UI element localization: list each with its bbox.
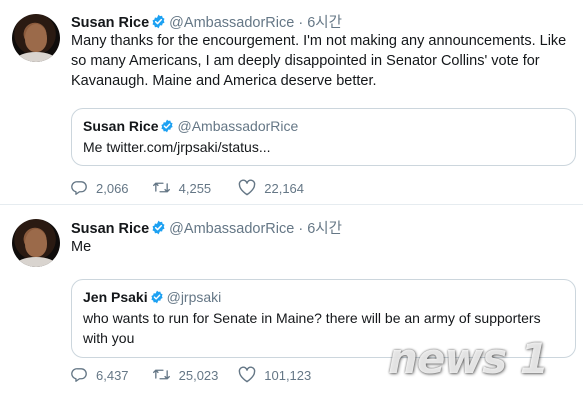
- handle[interactable]: @AmbassadorRice: [169, 221, 294, 237]
- like-button[interactable]: 101,123: [238, 366, 311, 383]
- news1-watermark: news 1: [388, 328, 578, 388]
- like-button[interactable]: 22,164: [238, 179, 304, 196]
- watermark-text: news 1: [388, 334, 549, 383]
- avatar[interactable]: [12, 14, 60, 62]
- handle[interactable]: @AmbassadorRice: [169, 15, 294, 31]
- quoted-display-name: Jen Psaki: [83, 289, 148, 305]
- separator-dot: ·: [298, 221, 304, 237]
- tweet-actions: 2,066 4,255 22,164: [71, 179, 304, 199]
- tweet-header: Susan Rice @AmbassadorRice · 6시간: [71, 11, 342, 33]
- separator-dot: ·: [298, 15, 304, 31]
- tweet-header: Susan Rice @AmbassadorRice · 6시간: [71, 217, 342, 239]
- quoted-display-name: Susan Rice: [83, 118, 159, 134]
- timestamp[interactable]: 6시간: [307, 221, 342, 237]
- heart-icon: [238, 366, 256, 383]
- quoted-handle: @jrpsaki: [166, 289, 222, 305]
- reply-count: 2,066: [96, 181, 129, 197]
- quoted-tweet-header: Susan Rice @AmbassadorRice: [83, 118, 298, 136]
- quoted-tweet[interactable]: Susan Rice @AmbassadorRice Me twitter.com…: [71, 108, 576, 166]
- retweet-button[interactable]: 4,255: [152, 179, 235, 196]
- timestamp[interactable]: 6시간: [307, 15, 342, 31]
- verified-badge-icon: [150, 290, 164, 307]
- like-count: 101,123: [264, 368, 312, 384]
- quoted-tweet-header: Jen Psaki @jrpsaki: [83, 289, 221, 307]
- tweet-text: Me: [71, 239, 92, 255]
- retweet-icon: [152, 369, 170, 380]
- verified-badge-icon: [160, 119, 174, 136]
- retweet-button[interactable]: 25,023: [152, 366, 235, 383]
- reply-icon: [71, 181, 87, 195]
- retweet-count: 25,023: [178, 368, 219, 384]
- like-count: 22,164: [264, 181, 305, 197]
- reply-icon: [71, 368, 87, 382]
- retweet-icon: [152, 182, 170, 193]
- quoted-tweet-text: Me twitter.com/jrpsaki/status...: [83, 139, 271, 155]
- tweet[interactable]: Susan Rice @AmbassadorRice · 6시간 Many tha…: [0, 0, 583, 205]
- reply-button[interactable]: 6,437: [71, 366, 148, 383]
- display-name[interactable]: Susan Rice: [71, 15, 149, 31]
- retweet-count: 4,255: [178, 181, 212, 197]
- reply-count: 6,437: [96, 368, 129, 384]
- quoted-handle: @AmbassadorRice: [177, 118, 299, 134]
- avatar[interactable]: [12, 219, 60, 267]
- tweet-text: Many thanks for the encourgement. I'm no…: [71, 33, 567, 89]
- reply-button[interactable]: 2,066: [71, 179, 148, 196]
- heart-icon: [238, 179, 256, 196]
- display-name[interactable]: Susan Rice: [71, 221, 149, 237]
- tweet-actions: 6,437 25,023 101,123: [71, 366, 311, 386]
